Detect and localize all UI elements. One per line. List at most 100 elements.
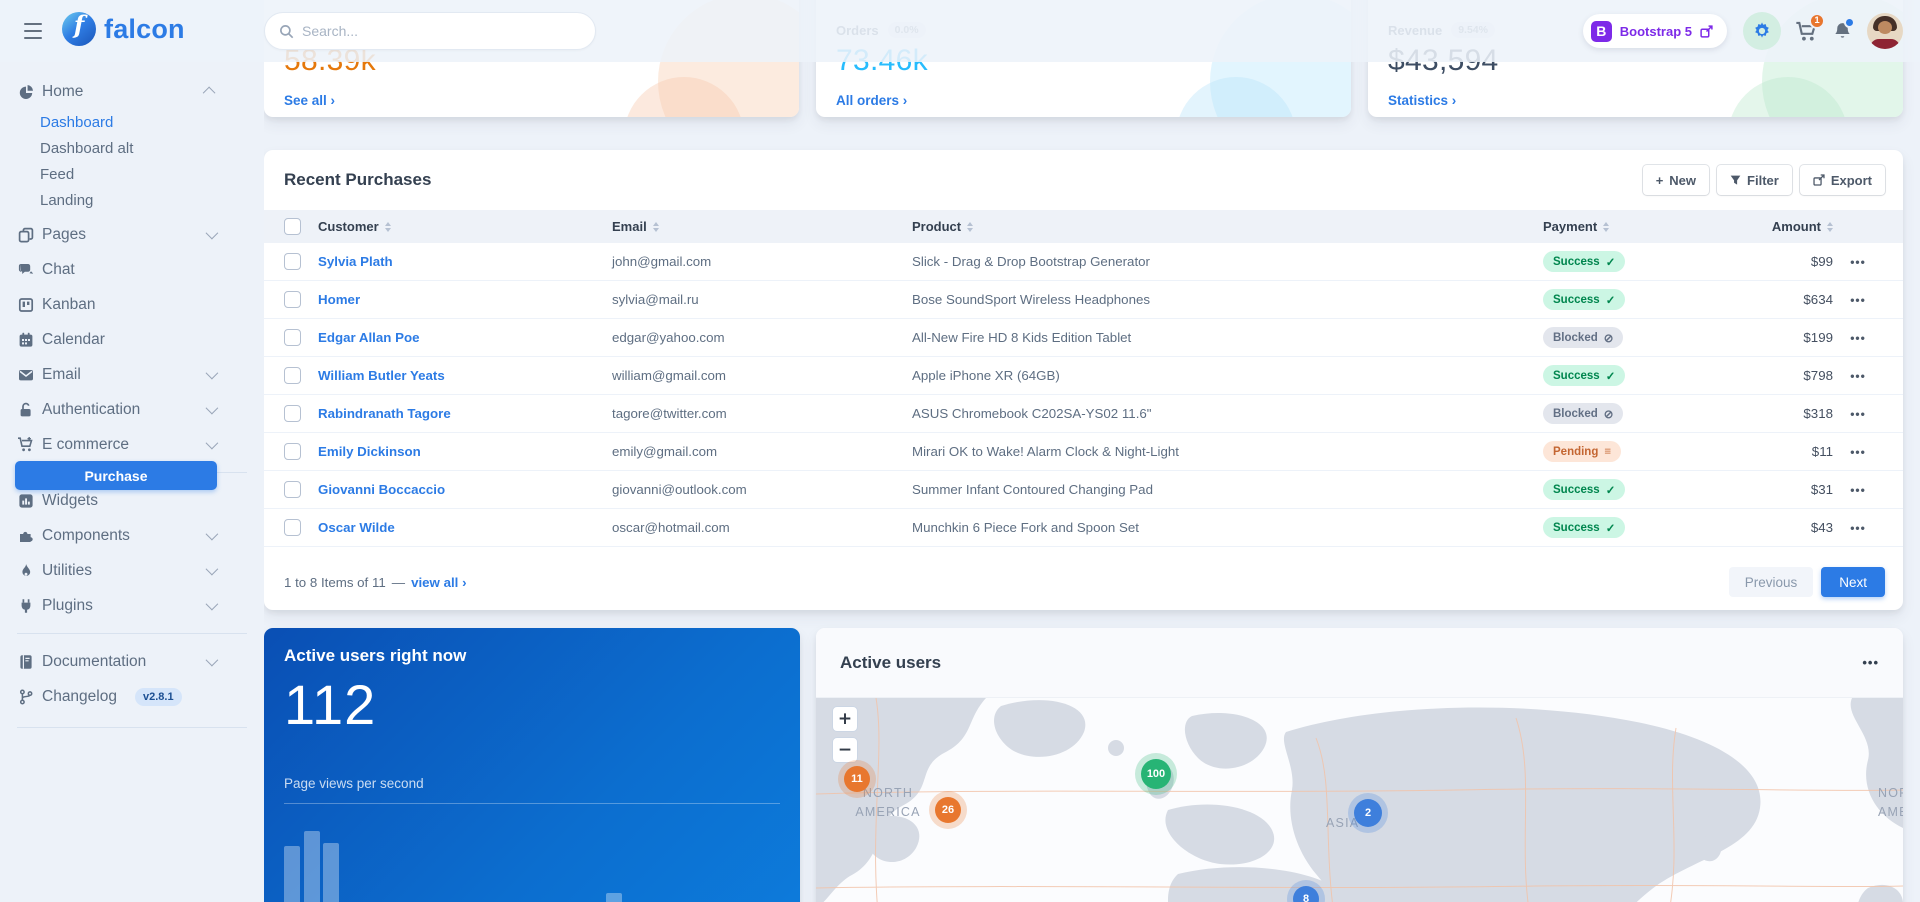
column-header-customer[interactable]: Customer bbox=[318, 219, 612, 234]
sidebar-item-home[interactable]: Home bbox=[0, 74, 264, 109]
sidebar-item-dashboard-alt[interactable]: Dashboard alt bbox=[0, 135, 264, 161]
sidebar-item-authentication[interactable]: Authentication bbox=[0, 392, 264, 427]
column-header-amount[interactable]: Amount bbox=[1723, 219, 1833, 234]
customer-link[interactable]: Emily Dickinson bbox=[318, 444, 612, 459]
column-header-payment[interactable]: Payment bbox=[1543, 219, 1723, 234]
customer-link[interactable]: Giovanni Boccaccio bbox=[318, 482, 612, 497]
next-button[interactable]: Next bbox=[1821, 567, 1885, 597]
row-checkbox[interactable] bbox=[284, 481, 301, 498]
customer-link[interactable]: Oscar Wilde bbox=[318, 520, 612, 535]
brand-logo[interactable]: falcon bbox=[62, 12, 185, 46]
search-icon bbox=[279, 24, 294, 39]
sidebar-item-changelog[interactable]: Changelog v2.8.1 bbox=[0, 679, 264, 714]
column-header-product[interactable]: Product bbox=[912, 219, 1543, 234]
chevron-down-icon bbox=[206, 528, 219, 541]
export-button[interactable]: Export bbox=[1800, 165, 1885, 195]
customer-link[interactable]: William Butler Yeats bbox=[318, 368, 612, 383]
status-badge: Success✓ bbox=[1543, 289, 1625, 310]
row-actions-menu[interactable]: ••• bbox=[1850, 407, 1866, 421]
sidebar-item-utilities[interactable]: Utilities bbox=[0, 553, 264, 588]
all-orders-link[interactable]: All orders › bbox=[836, 93, 907, 108]
user-avatar[interactable] bbox=[1867, 13, 1903, 49]
chevron-right-icon: › bbox=[903, 93, 908, 108]
sidebar-divider bbox=[17, 633, 247, 634]
chevron-down-icon bbox=[206, 654, 219, 667]
email-cell: edgar@yahoo.com bbox=[612, 330, 912, 345]
card-menu-ellipsis[interactable]: ••• bbox=[1862, 655, 1879, 670]
sidebar-item-calendar[interactable]: Calendar bbox=[0, 322, 264, 357]
check-icon: ✓ bbox=[1606, 293, 1616, 307]
row-actions-menu[interactable]: ••• bbox=[1850, 521, 1866, 535]
sidebar-item-chat[interactable]: Chat bbox=[0, 252, 264, 287]
column-header-email[interactable]: Email bbox=[612, 219, 912, 234]
purchase-button[interactable]: Purchase bbox=[15, 461, 217, 490]
map-cluster-marker[interactable]: 2 bbox=[1354, 799, 1382, 827]
amount-cell: $318 bbox=[1723, 406, 1833, 421]
puzzle-icon bbox=[17, 527, 34, 544]
sidebar-item-email[interactable]: Email bbox=[0, 357, 264, 392]
sidebar-toggle-button[interactable] bbox=[24, 23, 42, 39]
table-row: Edgar Allan Poe edgar@yahoo.com All-New … bbox=[264, 319, 1903, 357]
sidebar-item-dashboard[interactable]: Dashboard bbox=[0, 109, 264, 135]
customer-link[interactable]: Homer bbox=[318, 292, 612, 307]
sort-icon bbox=[653, 222, 659, 232]
select-all-checkbox[interactable] bbox=[284, 218, 301, 235]
row-checkbox[interactable] bbox=[284, 329, 301, 346]
sidebar-item-landing[interactable]: Landing bbox=[0, 187, 264, 213]
row-actions-menu[interactable]: ••• bbox=[1850, 255, 1866, 269]
row-actions-menu[interactable]: ••• bbox=[1850, 369, 1866, 383]
table-row: Oscar Wilde oscar@hotmail.com Munchkin 6… bbox=[264, 509, 1903, 547]
map-zoom-in-button[interactable]: + bbox=[832, 706, 858, 732]
sort-icon bbox=[967, 222, 973, 232]
row-actions-menu[interactable]: ••• bbox=[1850, 483, 1866, 497]
sidebar-item-ecommerce[interactable]: E commerce bbox=[0, 427, 264, 462]
row-checkbox[interactable] bbox=[284, 291, 301, 308]
row-checkbox[interactable] bbox=[284, 367, 301, 384]
falcon-logo-icon bbox=[62, 12, 96, 46]
active-users-count: 112 bbox=[284, 672, 376, 737]
world-map[interactable]: + − NORTH AMERICA ASIA NORTH AMERICA 11 … bbox=[816, 698, 1903, 902]
sidebar-item-components[interactable]: Components bbox=[0, 518, 264, 553]
map-cluster-marker[interactable]: 100 bbox=[1141, 759, 1171, 789]
view-all-link[interactable]: view all › bbox=[411, 575, 466, 590]
amount-cell: $11 bbox=[1723, 444, 1833, 459]
row-checkbox[interactable] bbox=[284, 519, 301, 536]
product-cell: Munchkin 6 Piece Fork and Spoon Set bbox=[912, 520, 1543, 535]
cart-button[interactable]: 1 bbox=[1795, 20, 1818, 43]
sidebar-item-feed[interactable]: Feed bbox=[0, 161, 264, 187]
row-actions-menu[interactable]: ••• bbox=[1850, 445, 1866, 459]
status-badge: Blocked⊘ bbox=[1543, 327, 1623, 348]
previous-button[interactable]: Previous bbox=[1729, 567, 1814, 597]
map-cluster-marker[interactable]: 26 bbox=[935, 797, 961, 823]
email-cell: tagore@twitter.com bbox=[612, 406, 912, 421]
sort-icon bbox=[1603, 222, 1609, 232]
search-input[interactable] bbox=[302, 23, 581, 39]
top-navbar: falcon B Bootstrap 5 1 bbox=[0, 0, 1920, 62]
see-all-link[interactable]: See all › bbox=[284, 93, 335, 108]
notification-dot bbox=[1844, 17, 1855, 28]
customer-link[interactable]: Edgar Allan Poe bbox=[318, 330, 612, 345]
settings-button[interactable] bbox=[1743, 12, 1781, 50]
new-button[interactable]: +New bbox=[1643, 165, 1709, 195]
row-checkbox[interactable] bbox=[284, 253, 301, 270]
notifications-button[interactable] bbox=[1832, 21, 1853, 42]
row-checkbox[interactable] bbox=[284, 443, 301, 460]
bootstrap5-badge[interactable]: B Bootstrap 5 bbox=[1583, 14, 1727, 48]
sidebar-item-documentation[interactable]: Documentation bbox=[0, 644, 264, 679]
map-cluster-marker[interactable]: 11 bbox=[844, 766, 870, 792]
sidebar-item-plugins[interactable]: Plugins bbox=[0, 588, 264, 623]
table-row: Homer sylvia@mail.ru Bose SoundSport Wir… bbox=[264, 281, 1903, 319]
customer-link[interactable]: Sylvia Plath bbox=[318, 254, 612, 269]
sidebar-item-kanban[interactable]: Kanban bbox=[0, 287, 264, 322]
map-zoom-out-button[interactable]: − bbox=[832, 737, 858, 763]
customer-link[interactable]: Rabindranath Tagore bbox=[318, 406, 612, 421]
row-actions-menu[interactable]: ••• bbox=[1850, 331, 1866, 345]
external-link-icon bbox=[1700, 25, 1713, 38]
email-cell: sylvia@mail.ru bbox=[612, 292, 912, 307]
filter-button[interactable]: Filter bbox=[1717, 165, 1792, 195]
row-checkbox[interactable] bbox=[284, 405, 301, 422]
row-actions-menu[interactable]: ••• bbox=[1850, 293, 1866, 307]
statistics-link[interactable]: Statistics › bbox=[1388, 93, 1456, 108]
sidebar-item-pages[interactable]: Pages bbox=[0, 217, 264, 252]
email-cell: oscar@hotmail.com bbox=[612, 520, 912, 535]
